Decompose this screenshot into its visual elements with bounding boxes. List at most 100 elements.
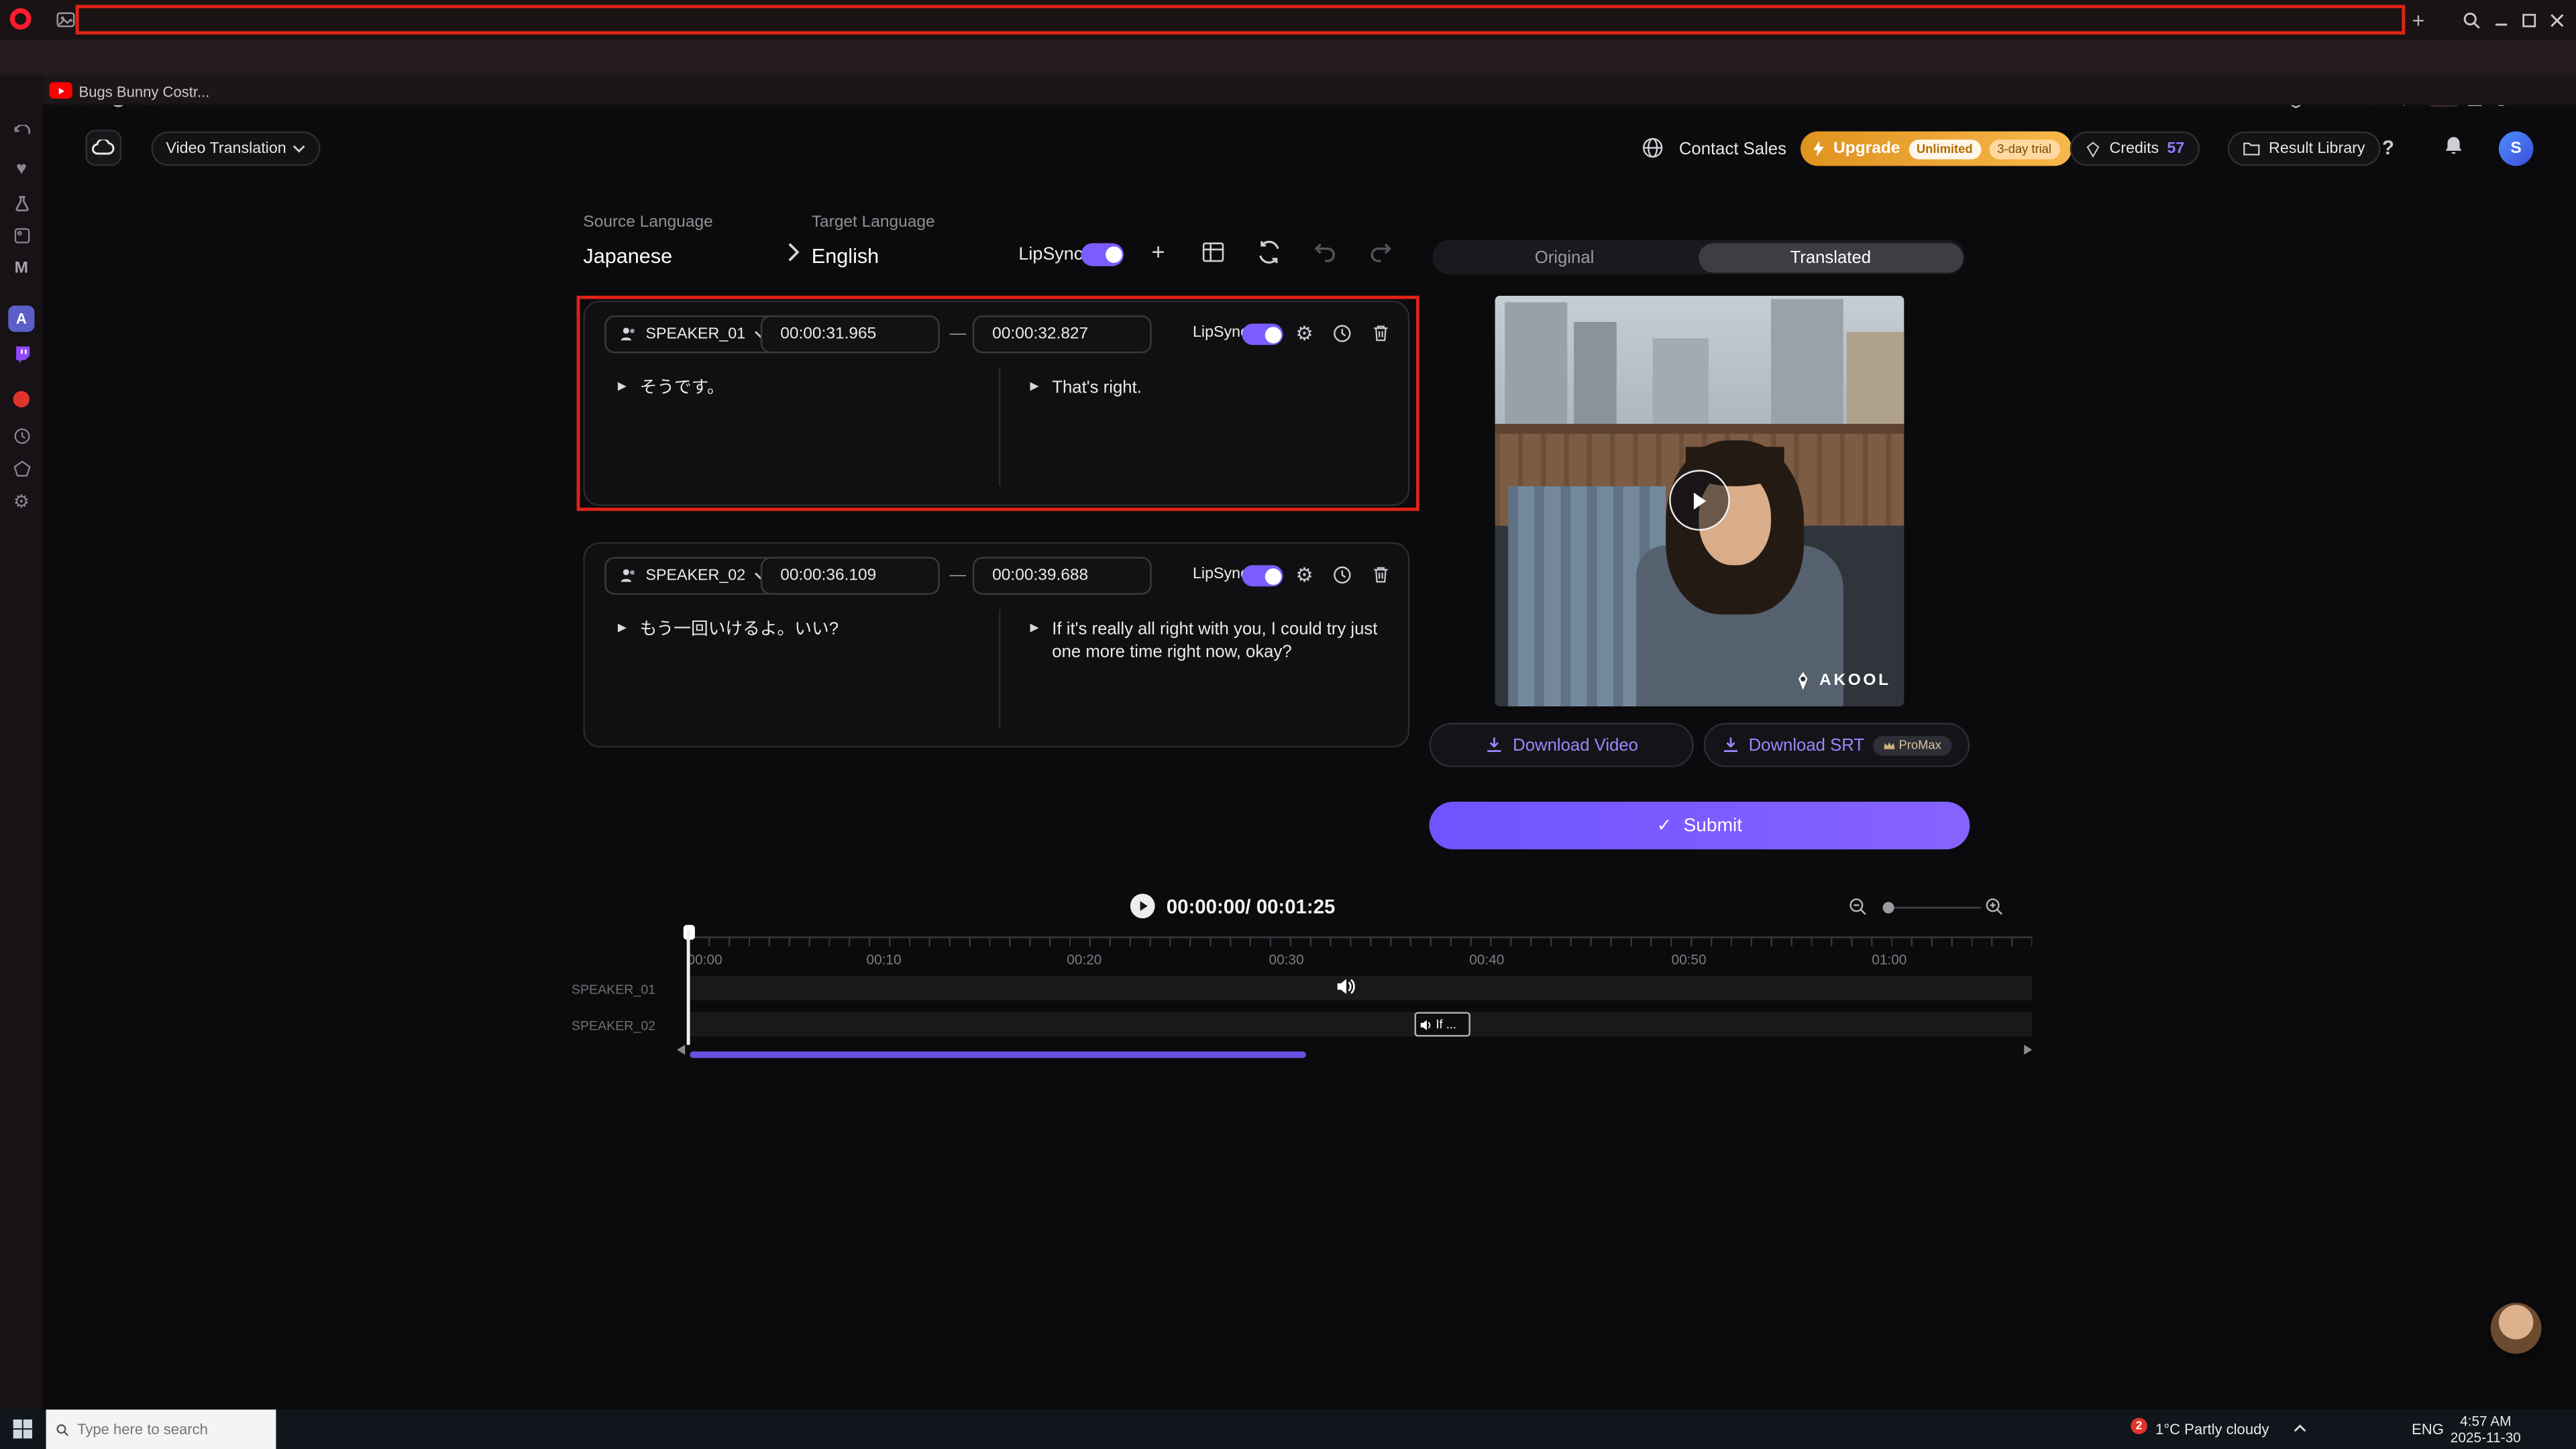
target-language-value[interactable]: English — [812, 245, 879, 268]
clip-speaker-icon[interactable] — [1336, 977, 1357, 996]
sync-icon[interactable] — [10, 121, 33, 144]
segment-duration-clock-icon[interactable] — [1331, 564, 1354, 586]
end-time-input[interactable]: 00:00:39.688 — [973, 557, 1152, 594]
source-text-block[interactable]: ▶ そうです。 — [618, 376, 979, 400]
messenger-m-icon[interactable]: M — [10, 256, 33, 279]
tab-translated[interactable]: Translated — [1699, 242, 1962, 272]
download-srt-button[interactable]: Download SRT ProMax — [1704, 723, 1970, 767]
tab-original[interactable]: Original — [1433, 240, 1697, 274]
source-language-value[interactable]: Japanese — [583, 245, 672, 268]
language-indicator[interactable]: ENG — [2412, 1421, 2444, 1437]
bookmark-item[interactable]: Bugs Bunny Costr... — [79, 83, 210, 99]
support-chat-avatar[interactable] — [2491, 1303, 2542, 1354]
akool-app-logo[interactable] — [85, 129, 121, 166]
credits-button[interactable]: Credits 57 — [2070, 131, 2200, 166]
twitch-icon[interactable] — [10, 341, 33, 364]
retranslate-button[interactable] — [1256, 240, 1281, 265]
segment-delete-trash-icon[interactable] — [1368, 564, 1391, 586]
person-icon — [619, 567, 637, 585]
timeline-ruler[interactable]: 00:00 00:10 00:20 00:30 00:40 00:50 01:0… — [688, 936, 2032, 969]
time-range-dash: — — [950, 325, 966, 343]
check-icon: ✓ — [1657, 815, 1672, 837]
user-avatar[interactable]: S — [2499, 131, 2533, 166]
play-source-icon[interactable]: ▶ — [618, 621, 627, 637]
window-minimize-button[interactable] — [2487, 7, 2514, 33]
start-time-input[interactable]: 00:00:31.965 — [761, 315, 940, 353]
segment-lipsync-toggle[interactable] — [1242, 565, 1283, 586]
download-video-button[interactable]: Download Video — [1430, 723, 1694, 767]
timeline-play-button[interactable] — [1130, 894, 1155, 918]
audio-clip[interactable]: If ... — [1415, 1012, 1470, 1037]
track-speaker-2[interactable]: If ... — [688, 1012, 2032, 1037]
pinboard-icon[interactable] — [10, 223, 33, 246]
scroll-left-arrow[interactable] — [677, 1045, 685, 1055]
flow-icon[interactable] — [10, 191, 33, 213]
help-button[interactable]: ? — [2382, 136, 2394, 159]
clock-time: 4:57 AM — [2448, 1413, 2524, 1429]
timeline-scrollbar-thumb[interactable] — [690, 1051, 1306, 1058]
playhead-line[interactable] — [687, 930, 690, 1044]
zoom-slider-handle[interactable] — [1883, 901, 1894, 912]
clock-widget[interactable]: 4:57 AM 2025-11-30 — [2448, 1413, 2524, 1446]
window-maximize-button[interactable] — [2515, 7, 2541, 33]
settings-gear-icon[interactable]: ⚙ — [10, 490, 33, 513]
speaker-select-1[interactable]: SPEAKER_01 — [604, 315, 782, 353]
video-building — [1574, 322, 1617, 424]
transcript-table-button[interactable] — [1201, 240, 1226, 265]
segment-lipsync-label: LipSync — [1193, 323, 1248, 341]
tray-expand-chevron-icon[interactable] — [2294, 1424, 2307, 1432]
play-target-icon[interactable]: ▶ — [1030, 380, 1039, 395]
undo-button[interactable] — [1313, 241, 1338, 263]
target-text-block[interactable]: ▶ If it's really all right with you, I c… — [1030, 618, 1381, 664]
segment-settings-gear-icon[interactable]: ⚙ — [1293, 322, 1316, 345]
lipsync-toggle[interactable] — [1081, 243, 1124, 266]
opera-logo-icon[interactable] — [10, 8, 32, 30]
search-input[interactable] — [77, 1421, 266, 1437]
source-text[interactable]: もう一回いけるよ。いい? — [640, 618, 839, 641]
a-app-icon[interactable]: A — [8, 306, 34, 332]
gx-booster-heart-icon[interactable]: ♥ — [10, 158, 33, 180]
start-time-input[interactable]: 00:00:36.109 — [761, 557, 940, 594]
mods-icon[interactable] — [10, 457, 33, 480]
workspace-icon[interactable] — [56, 10, 75, 30]
result-library-button[interactable]: Result Library — [2228, 131, 2380, 166]
source-text-block[interactable]: ▶ もう一回いけるよ。いい? — [618, 618, 979, 641]
window-close-button[interactable] — [2543, 7, 2569, 33]
app-menu-video-translation[interactable]: Video Translation — [151, 131, 321, 166]
segment-settings-gear-icon[interactable]: ⚙ — [1293, 564, 1316, 586]
submit-button[interactable]: ✓ Submit — [1430, 802, 1970, 849]
segment-delete-trash-icon[interactable] — [1368, 322, 1391, 345]
tab-search-icon[interactable] — [2458, 7, 2484, 33]
language-direction-arrow-icon — [786, 241, 802, 263]
notifications-bell-icon[interactable] — [2443, 135, 2465, 156]
target-text[interactable]: That's right. — [1052, 376, 1142, 400]
zoom-out-icon[interactable] — [1848, 897, 1868, 916]
end-time-input[interactable]: 00:00:32.827 — [973, 315, 1152, 353]
upgrade-button[interactable]: Upgrade Unlimited 3-day trial — [1801, 131, 2071, 166]
history-clock-icon[interactable] — [10, 424, 33, 447]
video-preview[interactable]: AKOOL — [1495, 296, 1904, 706]
source-text[interactable]: そうです。 — [640, 376, 724, 400]
segment-lipsync-toggle[interactable] — [1242, 323, 1283, 345]
zoom-slider-track[interactable] — [1892, 907, 1981, 908]
language-globe-icon[interactable] — [1642, 136, 1664, 159]
weather-widget[interactable]: 1°C Partly cloudy — [2155, 1421, 2269, 1437]
play-source-icon[interactable]: ▶ — [618, 380, 627, 395]
new-tab-button[interactable]: + — [2405, 7, 2431, 33]
contact-sales-link[interactable]: Contact Sales — [1679, 140, 1786, 159]
scroll-right-arrow[interactable] — [2024, 1045, 2032, 1055]
start-button[interactable] — [13, 1419, 33, 1439]
play-icon — [1138, 900, 1148, 912]
track-speaker-1[interactable] — [688, 976, 2032, 1001]
segment-duration-clock-icon[interactable] — [1331, 322, 1354, 345]
target-text-block[interactable]: ▶ That's right. — [1030, 376, 1384, 400]
speaker-select-2[interactable]: SPEAKER_02 — [604, 557, 782, 594]
taskbar-search-box[interactable] — [46, 1409, 276, 1449]
zoom-in-icon[interactable] — [1984, 897, 2004, 916]
target-text[interactable]: If it's really all right with you, I cou… — [1052, 618, 1380, 664]
video-play-button[interactable] — [1669, 470, 1730, 531]
add-segment-button[interactable]: + — [1143, 237, 1173, 266]
redo-button[interactable] — [1368, 241, 1393, 263]
red-dot-app-icon[interactable] — [10, 388, 33, 411]
play-target-icon[interactable]: ▶ — [1030, 621, 1039, 637]
